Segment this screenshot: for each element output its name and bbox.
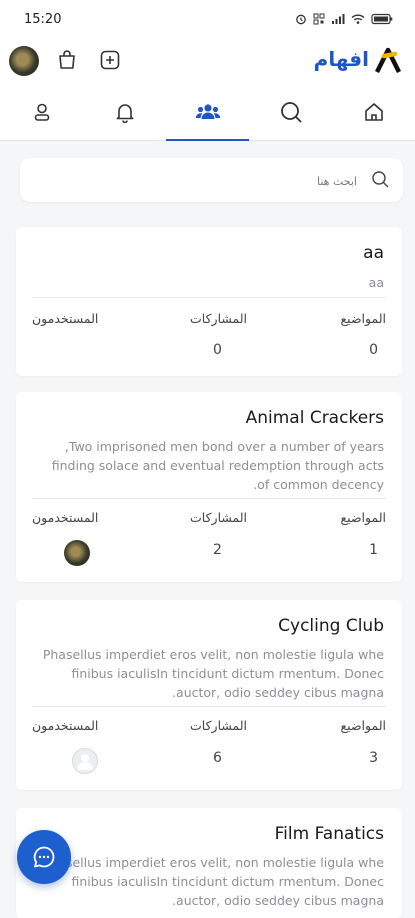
description-line: auctor, odio seddey cibus magna.	[172, 893, 384, 908]
brand-name: افهام	[313, 47, 369, 71]
community-card[interactable]: Animal Crackers Two imprisoned men bond …	[16, 392, 402, 582]
notification-bell-icon	[116, 104, 133, 123]
community-card[interactable]: Film Fanatics Phasellus imperdiet eros v…	[16, 808, 402, 918]
search-icon	[372, 171, 389, 188]
default-avatar-icon	[77, 754, 93, 770]
status-icons	[295, 13, 393, 25]
card-divider	[32, 498, 386, 499]
tab-communities[interactable]	[166, 84, 249, 141]
battery-icon	[371, 13, 393, 25]
community-description: Phasellus imperdiet eros velit, non mole…	[34, 853, 384, 910]
brand-logo: افهام	[314, 44, 401, 74]
description-line: finibus iaculisIn tincidunt dictum rment…	[71, 666, 384, 681]
app-header: افهام	[0, 38, 415, 84]
wifi-icon	[351, 14, 365, 24]
posts-count: 6	[213, 750, 222, 766]
community-icon	[195, 104, 220, 119]
description-line: of common decency.	[253, 477, 384, 492]
topics-label: المواضيع	[340, 311, 386, 326]
community-title: Animal Crackers	[245, 408, 384, 428]
topics-label: المواضيع	[340, 510, 386, 525]
community-card[interactable]: aa aa المواضيع المشاركات المستخدمون 0 0	[16, 227, 402, 376]
description-line: Phasellus imperdiet eros velit, non mole…	[42, 647, 384, 662]
description-line: finibus iaculisIn tincidunt dictum rment…	[71, 874, 384, 889]
chat-icon	[33, 846, 55, 868]
users-label: المستخدمون	[32, 510, 99, 525]
chat-fab-button[interactable]	[17, 830, 71, 884]
tab-search[interactable]	[249, 84, 332, 140]
community-description: Two imprisoned men bond over a number of…	[34, 437, 384, 494]
status-time: 15:20	[24, 11, 62, 27]
search-input[interactable]	[55, 158, 359, 204]
user-avatar[interactable]	[9, 46, 39, 76]
community-title: Cycling Club	[278, 616, 384, 636]
posts-label: المشاركات	[190, 718, 248, 733]
shopping-bag-icon[interactable]	[55, 48, 79, 72]
card-divider	[32, 297, 386, 298]
users-label: المستخدمون	[32, 718, 99, 733]
community-title: Film Fanatics	[274, 824, 384, 844]
search-bar	[20, 158, 403, 204]
tab-home[interactable]	[332, 84, 415, 140]
description-line: Two imprisoned men bond over a number of…	[64, 439, 384, 454]
signal-icon	[332, 14, 345, 24]
community-description: aa	[368, 275, 384, 290]
topics-count: 0	[369, 342, 378, 358]
brand-mark-icon	[375, 47, 401, 74]
main-tabs	[0, 84, 415, 141]
add-square-icon[interactable]	[98, 48, 122, 72]
community-card[interactable]: Cycling Club Phasellus imperdiet eros ve…	[16, 600, 402, 790]
member-avatar[interactable]	[72, 748, 98, 774]
community-title: aa	[363, 243, 384, 263]
topics-count: 3	[369, 750, 378, 766]
posts-count: 2	[213, 542, 222, 558]
description-line: auctor, odio seddey cibus magna.	[172, 685, 384, 700]
search-icon	[280, 102, 301, 123]
posts-count: 0	[213, 342, 222, 358]
member-avatar[interactable]	[64, 540, 90, 566]
qr-icon	[313, 13, 325, 25]
topics-label: المواضيع	[340, 718, 386, 733]
topics-count: 1	[369, 542, 378, 558]
users-label: المستخدمون	[32, 311, 99, 326]
profile-icon	[34, 103, 49, 121]
description-line: Phasellus imperdiet eros velit, non mole…	[42, 855, 384, 870]
description-line: finding solace and eventual redemption t…	[51, 458, 384, 473]
status-bar: 15:20	[0, 0, 415, 38]
alarm-icon	[296, 14, 306, 25]
tab-notifications[interactable]	[83, 84, 166, 140]
posts-label: المشاركات	[190, 510, 248, 525]
tab-profile[interactable]	[0, 84, 83, 140]
posts-label: المشاركات	[190, 311, 248, 326]
card-divider	[32, 706, 386, 707]
community-description: Phasellus imperdiet eros velit, non mole…	[34, 645, 384, 702]
home-icon	[364, 103, 383, 121]
